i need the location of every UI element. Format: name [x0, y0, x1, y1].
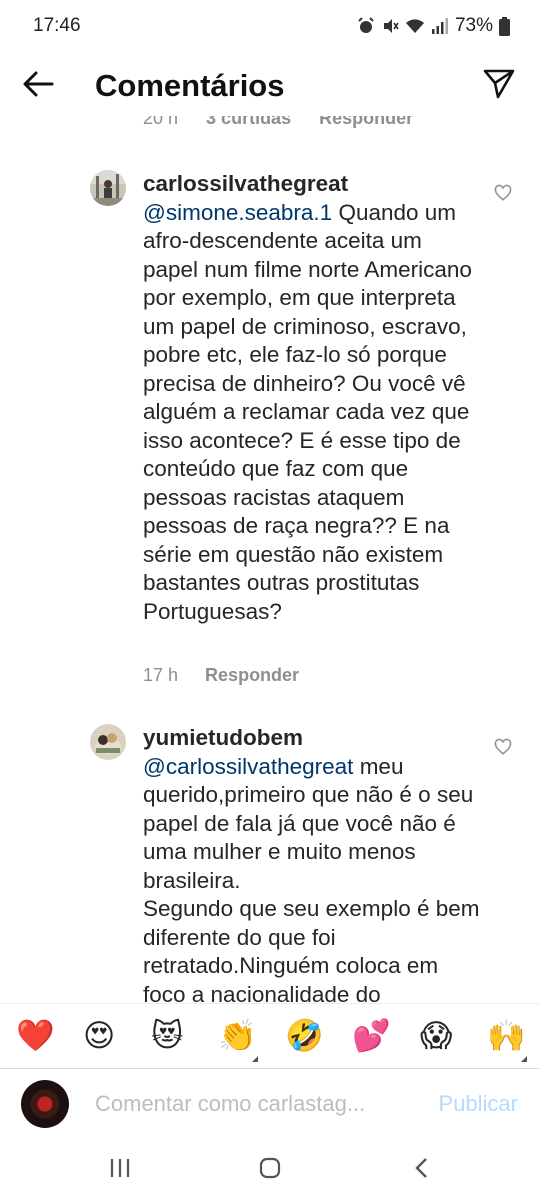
home-icon[interactable] — [258, 1156, 282, 1180]
comment-input[interactable]: Comentar como carlastag... — [95, 1091, 365, 1117]
chevron-left-icon[interactable] — [410, 1156, 434, 1180]
comment-username[interactable]: yumietudobem — [143, 724, 483, 753]
comment-body: carlossilvathegreat @simone.seabra.1 Qua… — [143, 170, 483, 626]
emoji-heart-eyes[interactable]: 😍 — [83, 1018, 115, 1054]
comment-text-continued: Segundo que seu exemplo é bem diferente … — [143, 896, 480, 1007]
comment-meta: 17 h Responder — [143, 665, 299, 686]
paper-plane-icon[interactable] — [482, 68, 516, 100]
avatar[interactable] — [90, 724, 126, 760]
emoji-rofl[interactable]: 🤣 — [285, 1018, 324, 1054]
emoji-scream[interactable]: 😱 — [420, 1018, 452, 1054]
comment-username[interactable]: carlossilvathegreat — [143, 170, 483, 199]
avatar — [21, 1080, 69, 1128]
recent-apps-icon[interactable] — [108, 1156, 132, 1180]
arrow-left-icon[interactable] — [20, 66, 60, 102]
comment-mention[interactable]: @carlossilvathegreat — [143, 754, 353, 779]
comment-composer: Comentar como carlastag... Publicar — [0, 1068, 540, 1143]
emoji-clapping[interactable]: 👏 — [218, 1018, 257, 1054]
skin-tone-indicator — [521, 1056, 527, 1062]
mute-icon — [383, 19, 399, 33]
status-bar: 17:46 73% — [0, 0, 540, 56]
comments-header: Comentários — [0, 56, 540, 116]
status-icons: 73% — [357, 15, 510, 37]
signal-icon — [431, 18, 448, 34]
heart-outline-icon[interactable] — [494, 738, 512, 756]
system-nav-bar — [0, 1142, 540, 1200]
emoji-heart-eyes-cat[interactable]: 😻 — [151, 1018, 183, 1054]
emoji-heart[interactable]: ❤️ — [16, 1018, 55, 1054]
emoji-raised-hands[interactable]: 🙌 — [487, 1018, 526, 1054]
comment-text: @carlossilvathegreat meu querido,primeir… — [143, 753, 483, 896]
skin-tone-indicator — [252, 1056, 258, 1062]
comment-time: 17 h — [143, 665, 179, 685]
status-time: 17:46 — [33, 15, 81, 36]
battery-percent: 73% — [454, 15, 493, 36]
heart-outline-icon[interactable] — [494, 184, 512, 202]
comment-text: @simone.seabra.1 Quando um afro-descende… — [143, 199, 483, 627]
comment-mention[interactable]: @simone.seabra.1 — [143, 200, 332, 225]
alarm-icon — [358, 17, 374, 33]
avatar[interactable] — [90, 170, 126, 206]
comment-body: yumietudobem @carlossilvathegreat meu qu… — [143, 724, 483, 1009]
emoji-two-hearts[interactable]: 💕 — [352, 1018, 391, 1054]
wifi-icon — [405, 19, 424, 33]
page-title: Comentários — [95, 68, 285, 103]
publish-button[interactable]: Publicar — [439, 1091, 518, 1117]
comment-content: Quando um afro-descendente aceita um pap… — [143, 199, 472, 624]
battery-icon — [499, 16, 510, 36]
reply-button[interactable]: Responder — [205, 665, 299, 686]
emoji-quick-bar: ❤️ 😍 😻 👏 🤣 💕 😱 🙌 — [0, 1003, 540, 1068]
